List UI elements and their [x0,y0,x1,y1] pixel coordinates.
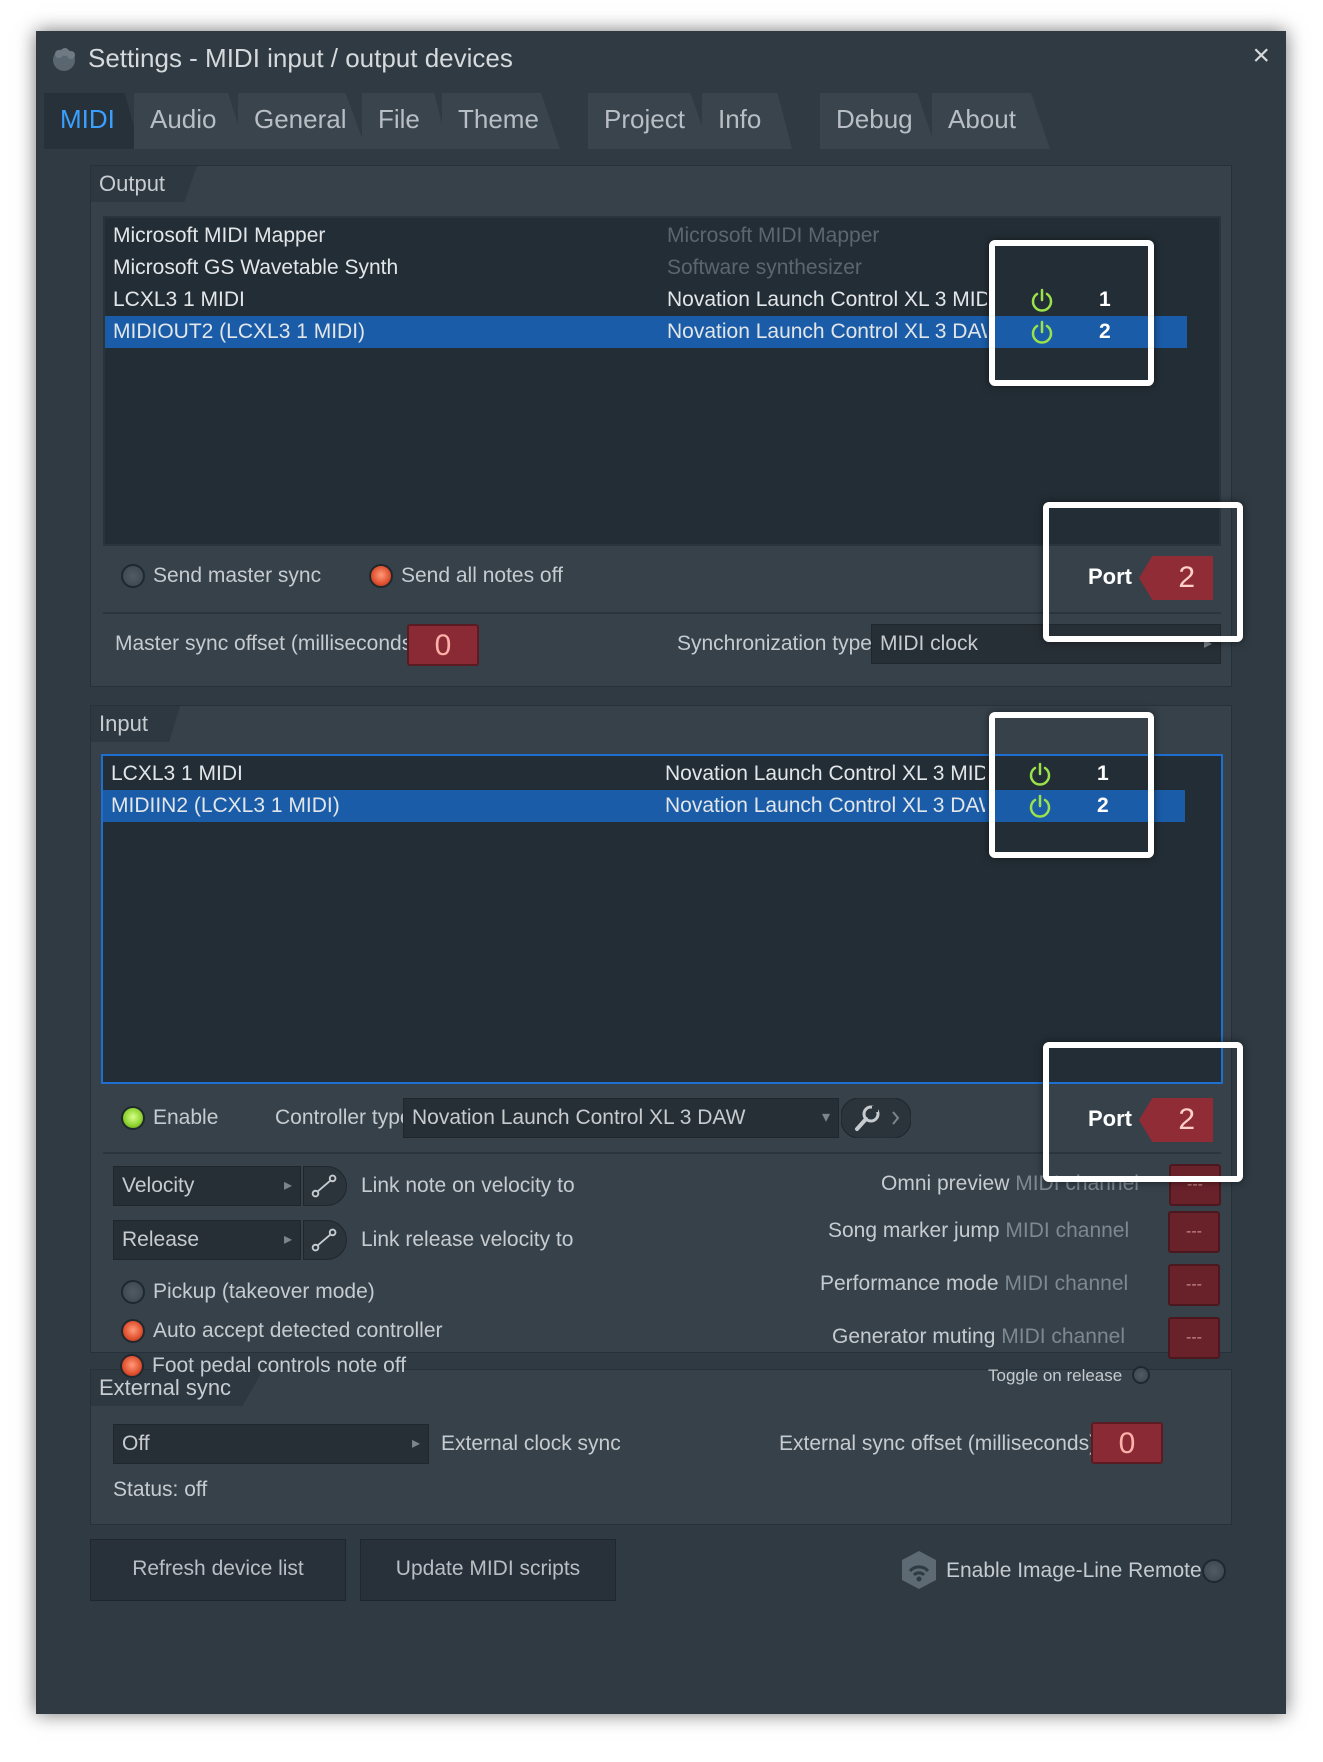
external-sync-offset-label: External sync offset (milliseconds) [779,1432,1097,1455]
chevron-right-icon: ▸ [283,1177,292,1194]
external-clock-sync-label: External clock sync [441,1432,621,1455]
enable-remote-label: Enable Image-Line Remote [946,1559,1202,1582]
highlight-box [989,240,1154,386]
pickup-toggle[interactable] [121,1280,145,1304]
external-sync-panel: External sync Off ▸ External clock sync … [90,1369,1232,1525]
highlight-box [1043,1042,1243,1182]
enable-remote-toggle[interactable] [1202,1559,1226,1583]
song-marker-jump-channel[interactable]: --- [1168,1211,1220,1253]
chevron-down-icon: ▾ [821,1109,830,1126]
midi-channel-text: MIDI channel [1005,1219,1130,1242]
device-name: Microsoft MIDI Mapper [113,224,326,247]
tab-info[interactable]: Info [702,93,792,149]
midi-channel-text: MIDI channel [1001,1325,1125,1348]
sync-type-value: MIDI clock [880,632,979,655]
performance-mode-text: Performance mode [820,1272,999,1295]
controller-type-dropdown[interactable]: Novation Launch Control XL 3 DAW ▾ [403,1098,839,1138]
title-bar: Settings - MIDI input / output devices × [36,31,1286,89]
send-all-notes-off-toggle[interactable] [369,564,393,588]
send-master-sync-toggle[interactable] [121,564,145,588]
input-section-label: Input [91,706,180,742]
device-name: LCXL3 1 MIDI [113,288,245,311]
sync-type-label: Synchronization type [677,632,872,655]
pickup-label: Pickup (takeover mode) [153,1280,375,1303]
chevron-right-icon: ▸ [411,1435,420,1452]
window-title: Settings - MIDI input / output devices [88,43,513,73]
controller-type-value: Novation Launch Control XL 3 DAW [412,1106,746,1129]
device-name: Microsoft GS Wavetable Synth [113,256,399,279]
device-name: MIDIOUT2 (LCXL3 1 MIDI) [113,320,366,343]
link-note-velocity-label: Link note on velocity to [361,1174,575,1197]
generator-muting-label: Generator muting MIDI channel [832,1325,1125,1349]
settings-tabs: MIDI Audio General File Theme Project In… [44,93,1274,149]
device-name: LCXL3 1 MIDI [111,762,243,785]
controller-type-label: Controller type [275,1106,412,1129]
auto-accept-toggle[interactable] [121,1319,145,1343]
release-dropdown[interactable]: Release ▸ [113,1220,301,1260]
external-sync-offset-value[interactable]: 0 [1091,1422,1163,1464]
toggle-on-release-toggle[interactable] [1132,1366,1150,1384]
fl-studio-icon [53,48,75,71]
auto-accept-label: Auto accept detected controller [153,1319,443,1342]
tab-midi[interactable]: MIDI [44,93,140,149]
release-value: Release [122,1228,200,1251]
enable-toggle[interactable] [121,1106,145,1130]
song-marker-jump-label: Song marker jump MIDI channel [828,1219,1129,1243]
close-button[interactable]: × [1252,39,1270,73]
chevron-right-icon: ▸ [283,1231,292,1248]
update-midi-scripts-button[interactable]: Update MIDI scripts [360,1539,616,1601]
toggle-on-release-label: Toggle on release [988,1366,1123,1385]
performance-mode-label: Performance mode MIDI channel [820,1272,1128,1296]
tab-about[interactable]: About [932,93,1050,149]
tab-audio[interactable]: Audio [134,93,246,149]
tab-file[interactable]: File [362,93,448,149]
link-icon[interactable] [303,1220,347,1260]
external-sync-mode-dropdown[interactable]: Off ▸ [113,1424,429,1464]
foot-pedal-label: Foot pedal controls note off [152,1354,407,1377]
device-description: Novation Launch Control XL 3 MIDI [665,762,985,785]
tab-theme[interactable]: Theme [442,93,560,149]
device-description: Novation Launch Control XL 3 MIDI [667,288,987,311]
velocity-dropdown[interactable]: Velocity ▸ [113,1166,301,1206]
enable-label: Enable [153,1106,219,1129]
midi-channel-text: MIDI channel [1004,1272,1129,1295]
velocity-value: Velocity [122,1174,195,1197]
tab-project[interactable]: Project [588,93,710,149]
refresh-device-list-button[interactable]: Refresh device list [90,1539,346,1601]
external-sync-mode-value: Off [122,1432,150,1455]
master-sync-offset-value[interactable]: 0 [407,624,479,666]
master-sync-offset-label: Master sync offset (milliseconds) [115,632,420,655]
performance-mode-channel[interactable]: --- [1168,1264,1220,1306]
send-master-sync-label: Send master sync [153,564,322,587]
device-description: Novation Launch Control XL 3 DAW [665,794,985,817]
link-release-velocity-label: Link release velocity to [361,1228,574,1251]
tab-general[interactable]: General [238,93,366,149]
device-name: MIDIIN2 (LCXL3 1 MIDI) [111,794,340,817]
foot-pedal-toggle[interactable] [120,1354,144,1378]
highlight-box [1043,502,1243,642]
wrench-icon[interactable] [841,1098,911,1138]
link-icon[interactable] [303,1166,347,1206]
device-description: Novation Launch Control XL 3 DAW [667,320,987,343]
generator-muting-channel[interactable]: --- [1168,1317,1220,1359]
device-description: Software synthesizer [667,256,862,279]
external-sync-status: Status: off [113,1478,208,1501]
device-description: Microsoft MIDI Mapper [667,224,880,247]
generator-muting-text: Generator muting [832,1325,996,1348]
highlight-box [989,712,1154,858]
send-all-notes-off-label: Send all notes off [401,564,563,587]
tab-debug[interactable]: Debug [820,93,936,149]
image-line-remote-icon [902,1551,936,1589]
song-marker-jump-text: Song marker jump [828,1219,1000,1242]
omni-preview-text: Omni preview [881,1172,1010,1195]
output-section-label: Output [91,166,198,202]
